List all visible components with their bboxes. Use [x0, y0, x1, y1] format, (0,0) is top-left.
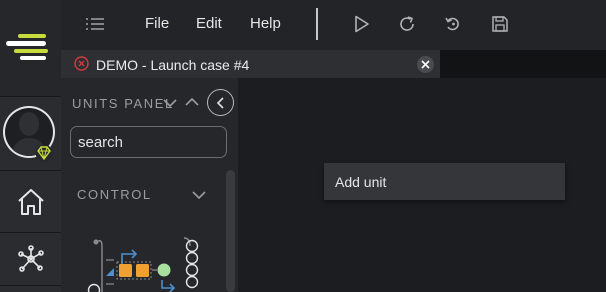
- user-avatar[interactable]: [2, 104, 55, 162]
- chevron-left-icon: [216, 96, 224, 109]
- home-icon: [17, 188, 44, 215]
- floppy-disk-icon: [492, 16, 508, 32]
- undo-button[interactable]: [441, 12, 465, 36]
- undo-icon: [445, 17, 459, 31]
- left-rail: [0, 0, 61, 292]
- tab-title: DEMO - Launch case #4: [96, 57, 250, 73]
- save-button[interactable]: [488, 12, 512, 36]
- logo-area: [0, 0, 61, 96]
- control-unit-diagram[interactable]: [84, 234, 204, 292]
- top-toolbar: File Edit Help: [61, 0, 606, 50]
- context-menu-add-unit[interactable]: Add unit: [335, 174, 386, 190]
- chevron-down-icon[interactable]: [163, 98, 177, 108]
- redo-icon: [400, 16, 414, 31]
- section-control[interactable]: CONTROL: [77, 187, 152, 202]
- units-panel: UNITS PANEL CONTROL: [61, 78, 238, 292]
- tab-demo-launch-case[interactable]: DEMO - Launch case #4: [61, 50, 440, 78]
- tab-bar-empty: [440, 50, 606, 78]
- app-logo-icon: [6, 34, 48, 60]
- menu-file[interactable]: File: [145, 15, 169, 32]
- hamburger-menu-button[interactable]: [83, 12, 107, 36]
- menu-edit[interactable]: Edit: [196, 15, 222, 32]
- home-button[interactable]: [0, 171, 61, 232]
- diamond-badge-icon: [35, 144, 53, 162]
- context-menu: Add unit: [324, 163, 565, 200]
- panel-scrollbar[interactable]: [226, 170, 235, 292]
- search-input[interactable]: [70, 126, 227, 158]
- tab-close-button[interactable]: [417, 56, 434, 73]
- network-icon: [17, 245, 44, 272]
- toolbar-divider: [316, 8, 318, 40]
- error-close-icon[interactable]: [74, 56, 89, 71]
- play-icon: [355, 15, 369, 33]
- tab-bar: DEMO - Launch case #4: [61, 50, 606, 78]
- run-button[interactable]: [350, 12, 374, 36]
- network-button[interactable]: [0, 233, 61, 285]
- collapse-panel-button[interactable]: [207, 89, 234, 116]
- list-menu-icon: [86, 18, 104, 30]
- refresh-button[interactable]: [395, 12, 419, 36]
- menu-help[interactable]: Help: [250, 15, 281, 32]
- units-panel-title: UNITS PANEL: [72, 96, 174, 111]
- chevron-up-icon[interactable]: [185, 97, 199, 107]
- close-icon: [421, 60, 430, 69]
- section-chevron-down-icon[interactable]: [192, 190, 206, 200]
